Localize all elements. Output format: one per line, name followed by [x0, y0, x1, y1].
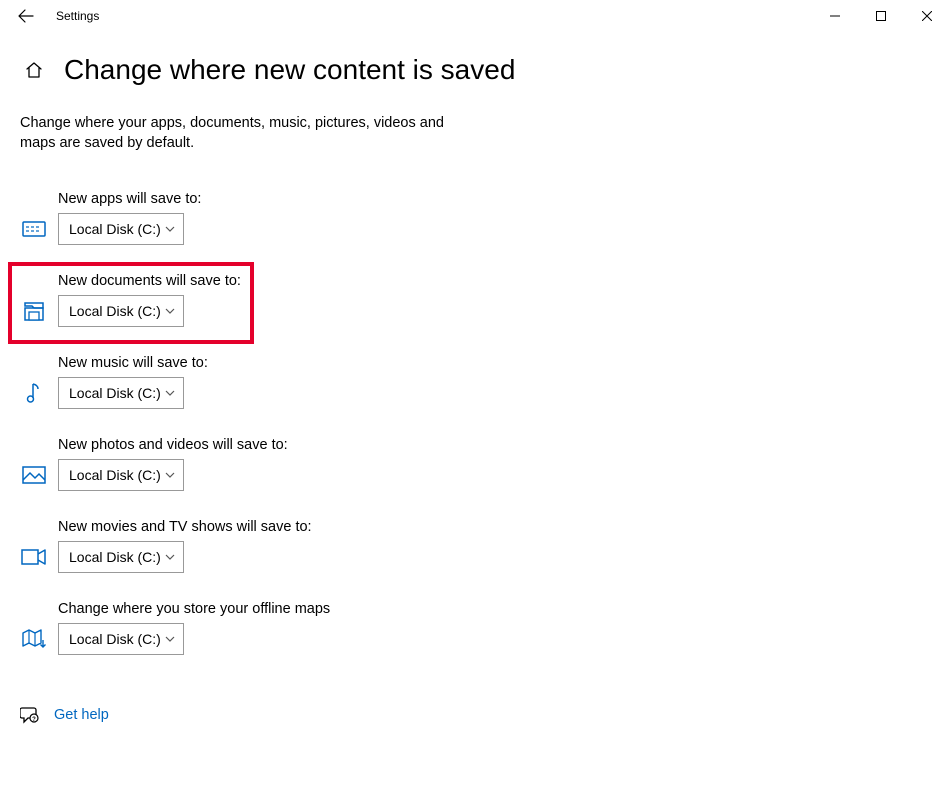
setting-control: Local Disk (C:) [20, 213, 930, 245]
chevron-down-icon [165, 226, 175, 232]
movies-icon [20, 548, 48, 566]
description-text: Change where your apps, documents, music… [0, 86, 470, 153]
setting-maps: Change where you store your offline maps… [20, 601, 930, 655]
setting-label: New photos and videos will save to: [58, 437, 930, 453]
photos-icon [20, 465, 48, 485]
setting-label: New music will save to: [58, 355, 930, 371]
minimize-button[interactable] [812, 0, 858, 32]
photos-location-dropdown[interactable]: Local Disk (C:) [58, 459, 184, 491]
settings-list: New apps will save to: Local Disk (C:) [0, 153, 950, 655]
get-help-row: ? Get help [0, 655, 950, 725]
svg-text:?: ? [32, 717, 36, 723]
chevron-down-icon [165, 308, 175, 314]
setting-documents: New documents will save to: Local Disk (… [20, 273, 930, 327]
dropdown-value: Local Disk (C:) [69, 467, 161, 483]
dropdown-value: Local Disk (C:) [69, 549, 161, 565]
help-icon: ? [20, 705, 40, 725]
setting-movies: New movies and TV shows will save to: Lo… [20, 519, 930, 573]
documents-icon [20, 300, 48, 322]
apps-location-dropdown[interactable]: Local Disk (C:) [58, 213, 184, 245]
setting-control: Local Disk (C:) [20, 623, 930, 655]
dropdown-value: Local Disk (C:) [69, 221, 161, 237]
music-icon [20, 381, 48, 405]
window-title: Settings [56, 9, 99, 23]
maximize-button[interactable] [858, 0, 904, 32]
titlebar: Settings [0, 0, 950, 32]
maximize-icon [876, 11, 886, 21]
back-button[interactable] [12, 2, 40, 30]
setting-apps: New apps will save to: Local Disk (C:) [20, 191, 930, 245]
window-controls [812, 0, 950, 32]
setting-label: New documents will save to: [58, 273, 930, 289]
setting-control: Local Disk (C:) [20, 541, 930, 573]
chevron-down-icon [165, 472, 175, 478]
close-button[interactable] [904, 0, 950, 32]
setting-control: Local Disk (C:) [20, 459, 930, 491]
setting-control: Local Disk (C:) [20, 295, 930, 327]
home-button[interactable] [20, 56, 48, 84]
back-arrow-icon [18, 8, 34, 24]
setting-photos: New photos and videos will save to: Loca… [20, 437, 930, 491]
setting-control: Local Disk (C:) [20, 377, 930, 409]
header: Change where new content is saved [0, 32, 950, 86]
page-title: Change where new content is saved [64, 54, 515, 86]
chevron-down-icon [165, 390, 175, 396]
chevron-down-icon [165, 636, 175, 642]
dropdown-value: Local Disk (C:) [69, 303, 161, 319]
dropdown-value: Local Disk (C:) [69, 631, 161, 647]
get-help-link[interactable]: Get help [54, 707, 109, 723]
dropdown-value: Local Disk (C:) [69, 385, 161, 401]
music-location-dropdown[interactable]: Local Disk (C:) [58, 377, 184, 409]
setting-label: New movies and TV shows will save to: [58, 519, 930, 535]
chevron-down-icon [165, 554, 175, 560]
apps-icon [20, 219, 48, 239]
movies-location-dropdown[interactable]: Local Disk (C:) [58, 541, 184, 573]
documents-location-dropdown[interactable]: Local Disk (C:) [58, 295, 184, 327]
minimize-icon [830, 11, 840, 21]
setting-label: Change where you store your offline maps [58, 601, 930, 617]
setting-label: New apps will save to: [58, 191, 930, 207]
maps-icon [20, 628, 48, 650]
close-icon [922, 11, 932, 21]
setting-music: New music will save to: Local Disk (C:) [20, 355, 930, 409]
maps-location-dropdown[interactable]: Local Disk (C:) [58, 623, 184, 655]
home-icon [24, 60, 44, 80]
